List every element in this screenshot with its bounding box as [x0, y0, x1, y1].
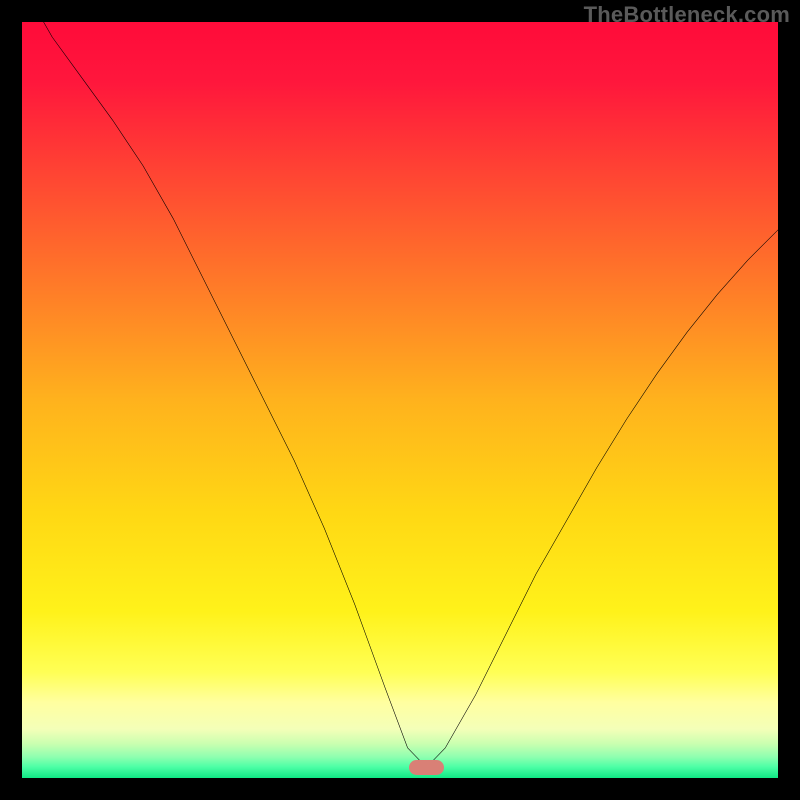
plot-area: [22, 22, 778, 778]
heat-gradient-background: [22, 22, 778, 778]
attribution-label: TheBottleneck.com: [584, 2, 790, 28]
chart-frame: TheBottleneck.com: [0, 0, 800, 800]
